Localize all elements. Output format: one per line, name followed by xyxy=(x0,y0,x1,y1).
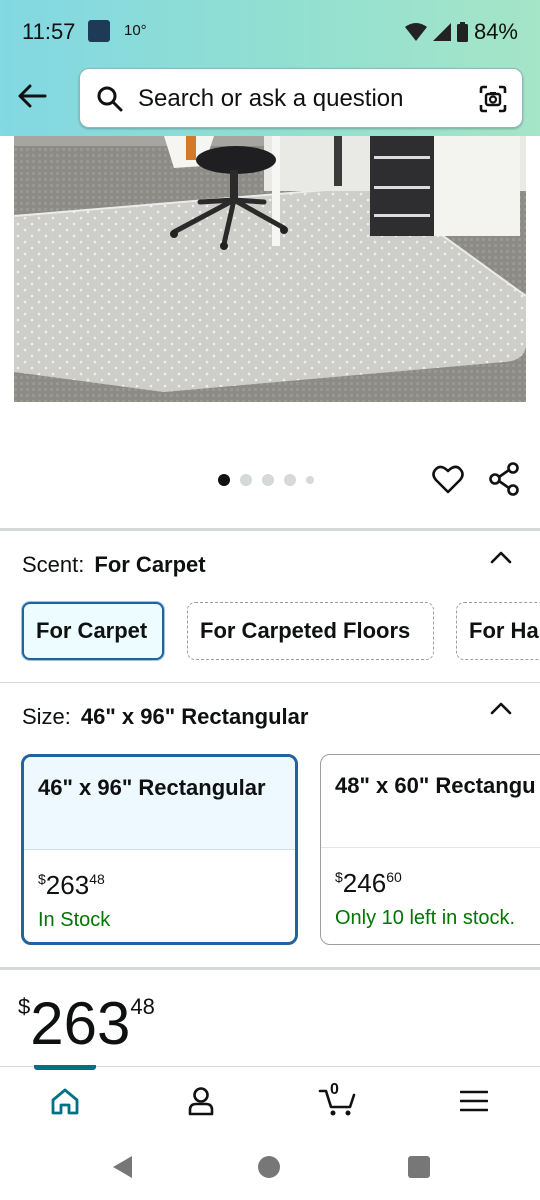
price-fraction: 60 xyxy=(386,869,402,885)
scent-row[interactable]: Scent: For Carpet xyxy=(22,552,206,578)
notification-app-icon xyxy=(88,20,110,42)
search-input[interactable]: Search or ask a question xyxy=(79,68,523,128)
cart-count: 0 xyxy=(330,1081,339,1098)
scent-label: Scent: xyxy=(22,552,85,577)
system-home-icon[interactable] xyxy=(257,1155,281,1179)
price-currency: $ xyxy=(335,869,343,885)
status-time: 11:57 xyxy=(22,19,76,44)
battery-percent: 84% xyxy=(473,19,518,44)
nav-home[interactable] xyxy=(47,1083,83,1119)
chair-mat-photo xyxy=(14,136,526,402)
scent-option-for-carpet[interactable]: For Carpet xyxy=(22,602,164,660)
price-fraction: 48 xyxy=(89,871,105,887)
product-image[interactable] xyxy=(14,136,526,402)
carousel-indicator xyxy=(218,474,314,486)
nav-account[interactable] xyxy=(183,1083,219,1119)
price-fraction: 48 xyxy=(130,994,155,1019)
wifi-icon xyxy=(404,23,427,41)
product-price: $26348 xyxy=(18,994,155,1054)
search-placeholder: Search or ask a question xyxy=(138,85,404,112)
scent-value: For Carpet xyxy=(94,552,206,577)
scent-option-label: For Ha xyxy=(469,618,539,643)
status-right-group: 84% xyxy=(404,19,518,45)
scent-option-label: For Carpet xyxy=(36,618,148,643)
price-whole: 263 xyxy=(30,990,131,1057)
signal-icon xyxy=(432,23,451,41)
status-temperature: 10° xyxy=(124,22,147,39)
status-bar: 11:57 10° 84% xyxy=(0,0,540,62)
share-icon[interactable] xyxy=(488,462,520,496)
heart-icon[interactable] xyxy=(432,464,464,496)
app-header: 11:57 10° 84% Search or ask a question xyxy=(0,0,540,136)
size-value: 46" x 96" Rectangular xyxy=(80,704,309,729)
size-option-card[interactable]: 48" x 60" Rectangu $24660 Only 10 left i… xyxy=(320,754,540,945)
bottom-nav: 0 xyxy=(0,1065,540,1134)
carousel-dot xyxy=(284,474,296,486)
chevron-up-icon[interactable] xyxy=(490,550,512,564)
hamburger-menu-icon xyxy=(460,1090,488,1112)
price-currency: $ xyxy=(18,994,31,1019)
battery-icon xyxy=(456,22,468,42)
size-label: Size: xyxy=(22,704,71,729)
price-currency: $ xyxy=(38,871,46,887)
carousel-dot xyxy=(240,474,252,486)
size-option-name: 48" x 60" Rectangu xyxy=(321,755,540,848)
size-option-name: 46" x 96" Rectangular xyxy=(24,757,295,850)
system-back-icon[interactable] xyxy=(110,1154,134,1180)
price-whole: 246 xyxy=(342,868,387,898)
arrow-left-icon xyxy=(18,84,47,108)
chevron-up-icon[interactable] xyxy=(490,701,512,715)
section-divider xyxy=(0,528,540,531)
scent-option-label: For Carpeted Floors xyxy=(200,618,411,643)
person-icon xyxy=(188,1087,214,1116)
system-nav-bar xyxy=(0,1134,540,1200)
size-option-price: $24660 xyxy=(321,848,540,899)
size-option-card[interactable]: 46" x 96" Rectangular $26348 In Stock xyxy=(21,754,298,945)
back-button[interactable] xyxy=(12,76,52,116)
nav-menu[interactable] xyxy=(456,1083,492,1119)
system-recents-icon[interactable] xyxy=(408,1156,430,1178)
home-icon xyxy=(51,1088,79,1115)
price-whole: 263 xyxy=(45,870,90,900)
size-option-price: $26348 xyxy=(24,850,295,901)
section-divider xyxy=(0,682,540,683)
section-divider xyxy=(0,967,540,970)
carousel-dot xyxy=(262,474,274,486)
carousel-dot xyxy=(218,474,230,486)
stock-status: Only 10 left in stock. xyxy=(335,907,516,929)
scent-option-for-hardwood[interactable]: For Ha xyxy=(456,602,540,660)
nav-active-indicator xyxy=(34,1065,96,1070)
scent-option-for-carpeted-floors[interactable]: For Carpeted Floors xyxy=(187,602,434,660)
stock-status: In Stock xyxy=(38,909,111,931)
carousel-dot xyxy=(306,476,314,484)
size-row[interactable]: Size: 46" x 96" Rectangular xyxy=(22,704,308,730)
nav-cart[interactable]: 0 xyxy=(318,1081,358,1119)
search-icon xyxy=(97,86,123,112)
camera-icon[interactable] xyxy=(478,84,508,114)
